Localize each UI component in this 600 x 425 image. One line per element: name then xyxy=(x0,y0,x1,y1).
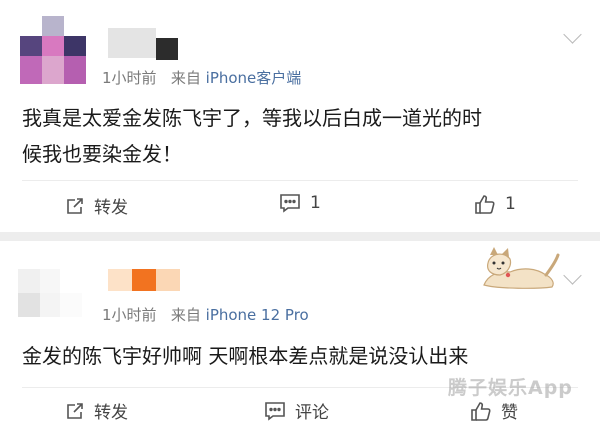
repost-button[interactable]: 转发 xyxy=(65,193,128,218)
like-icon xyxy=(475,195,495,214)
comment-time: 1小时前 xyxy=(102,306,157,324)
source-device[interactable]: iPhone客户端 xyxy=(206,69,302,87)
repost-icon xyxy=(67,402,83,419)
source-prefix: 来自 xyxy=(170,69,201,87)
like-icon xyxy=(471,401,491,421)
username-redacted[interactable] xyxy=(108,28,156,58)
divider xyxy=(22,180,578,181)
watermark: 腾子娱乐App xyxy=(448,377,573,399)
repost-label: 转发 xyxy=(94,198,128,218)
repost-button[interactable]: 转发 xyxy=(65,398,128,423)
comment-text-line: 金发的陈飞宇好帅啊 天啊根本差点就是说没认出来 xyxy=(22,344,469,368)
username-redacted-block xyxy=(156,38,178,60)
like-button[interactable]: 1 xyxy=(474,193,516,215)
chevron-down-icon[interactable] xyxy=(563,25,582,44)
username-redacted[interactable] xyxy=(108,269,132,291)
comment-text-line: 我真是太爱金发陈飞宇了，等我以后白成一道光的时 xyxy=(22,106,482,130)
comment-icon xyxy=(280,194,300,213)
chevron-down-icon[interactable] xyxy=(563,266,582,285)
comment-text: 我真是太爱金发陈飞宇了，等我以后白成一道光的时 候我也要染金发！ xyxy=(22,100,482,172)
like-count: 1 xyxy=(505,194,516,214)
comment-label: 评论 xyxy=(295,403,329,423)
like-label: 赞 xyxy=(501,403,518,423)
comment-button[interactable]: 评论 xyxy=(264,398,329,423)
comment-time: 1小时前 xyxy=(102,69,157,87)
dog-sticker xyxy=(483,247,560,289)
comment-button[interactable]: 1 xyxy=(279,193,321,213)
comment-meta: 1小时前 来自 iPhone 12 Pro xyxy=(102,304,309,325)
username-redacted-block xyxy=(132,269,156,291)
comment-count: 1 xyxy=(310,193,321,213)
source-prefix: 来自 xyxy=(170,306,201,324)
comment-text: 金发的陈飞宇好帅啊 天啊根本差点就是说没认出来 xyxy=(22,338,468,374)
comment-card-1: 1小时前 来自 iPhone客户端 我真是太爱金发陈飞宇了，等我以后白成一道光的… xyxy=(0,0,600,232)
like-button[interactable]: 赞 xyxy=(470,398,518,423)
repost-icon xyxy=(67,197,83,214)
username-redacted xyxy=(156,269,180,291)
comment-icon xyxy=(265,401,285,421)
source-device[interactable]: iPhone 12 Pro xyxy=(206,306,309,324)
comment-meta: 1小时前 来自 iPhone客户端 xyxy=(102,67,301,88)
avatar[interactable] xyxy=(18,269,82,321)
comment-text-line: 候我也要染金发！ xyxy=(22,142,182,166)
repost-label: 转发 xyxy=(94,403,128,423)
avatar[interactable] xyxy=(20,16,86,86)
